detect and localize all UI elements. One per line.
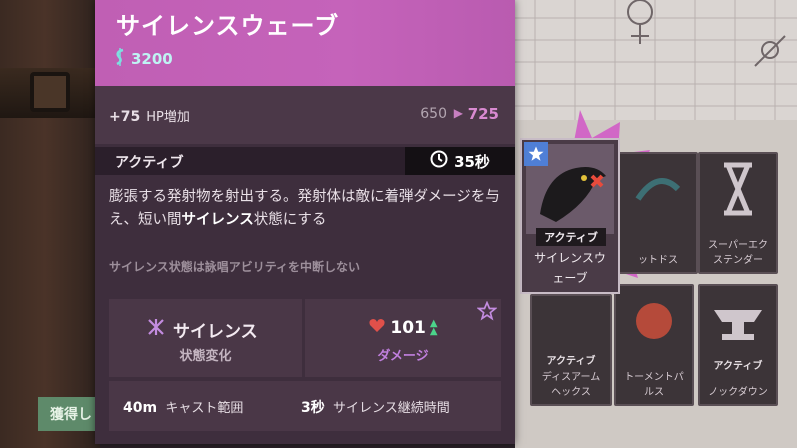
ability-description: 膨張する発射物を射出する。発射体は敵に着弾ダメージを与え、短い間サイレンス状態に…	[109, 189, 500, 228]
card-tag: アクティブ	[713, 360, 763, 372]
background-character	[0, 0, 100, 448]
extra-stats-box: 40m キャスト範囲 3秒 サイレンス継続時間	[109, 381, 501, 431]
star-icon	[524, 142, 548, 166]
ability-card[interactable]: ットドス	[618, 152, 698, 274]
selected-ability-card[interactable]: アクティブ サイレンスウ ェーブ	[520, 138, 620, 294]
heart-fist-icon	[616, 286, 692, 357]
damage-value-row: 101 ▲ ▲	[305, 317, 501, 338]
card-tag: アクティブ	[536, 228, 606, 246]
effect-name: サイレンス	[147, 317, 258, 342]
ability-card[interactable]: アクティブ ノックダウン	[698, 284, 778, 406]
tooltip-header: サイレンスウェーブ 3200	[95, 0, 515, 86]
card-name: ディスアーム ヘックス	[541, 372, 601, 398]
card-name: サイレンスウ ェーブ	[534, 251, 606, 285]
anvil-icon	[700, 286, 776, 357]
silence-icon	[147, 318, 165, 341]
effect-sub: 状態変化	[179, 349, 232, 364]
cast-range: 40m キャスト範囲	[123, 400, 244, 416]
board-sketch	[515, 0, 797, 120]
upgrade-arrows-icon: ▲ ▲	[429, 317, 438, 337]
cooldown-value: 35秒	[454, 152, 490, 171]
stat-old-value: 650	[420, 106, 447, 122]
damage-sub: ダメージ	[377, 349, 429, 364]
arrow-right-icon: ▶	[453, 106, 463, 120]
hourglass-icon	[700, 154, 776, 225]
card-name: トーメントパ ルス	[624, 372, 684, 398]
card-name: ノックダウン	[708, 387, 768, 398]
card-tag: アクティブ	[546, 356, 596, 368]
active-bar: アクティブ 35秒	[95, 147, 515, 175]
belt-buckle-graphic	[30, 72, 70, 112]
card-name: ットドス	[638, 255, 678, 266]
heart-icon	[368, 317, 386, 338]
silence-duration: 3秒 サイレンス継続時間	[301, 400, 450, 416]
stat-bonus: +75 HP増加	[109, 109, 190, 125]
stat-new-value: 725	[467, 105, 499, 123]
cooldown-icon	[430, 150, 448, 172]
ability-card[interactable]: スーパーエク ステンダー	[698, 152, 778, 274]
stat-row: +75 HP増加 650 ▶ 725	[95, 86, 515, 144]
damage-box: 101 ▲ ▲ ダメージ	[305, 299, 501, 377]
card-art	[532, 296, 610, 361]
cooldown: 35秒	[405, 147, 515, 175]
active-label: アクティブ	[115, 155, 184, 171]
ability-card[interactable]: アクティブ ディスアーム ヘックス	[530, 294, 612, 406]
ability-tooltip: サイレンスウェーブ 3200 +75 HP増加 650 ▶ 725 アクティブ 3…	[95, 0, 515, 444]
price: 3200	[113, 48, 173, 70]
ability-title: サイレンスウェーブ	[116, 12, 340, 40]
souls-icon	[113, 48, 127, 70]
ability-note: サイレンス状態は詠唱アビリティを中断しない	[109, 260, 361, 274]
price-value: 3200	[131, 50, 173, 68]
card-name: スーパーエク ステンダー	[708, 240, 768, 266]
ability-card[interactable]: トーメントパ ルス	[614, 284, 694, 406]
card-art	[620, 154, 696, 225]
effect-box: サイレンス 状態変化	[109, 299, 302, 377]
